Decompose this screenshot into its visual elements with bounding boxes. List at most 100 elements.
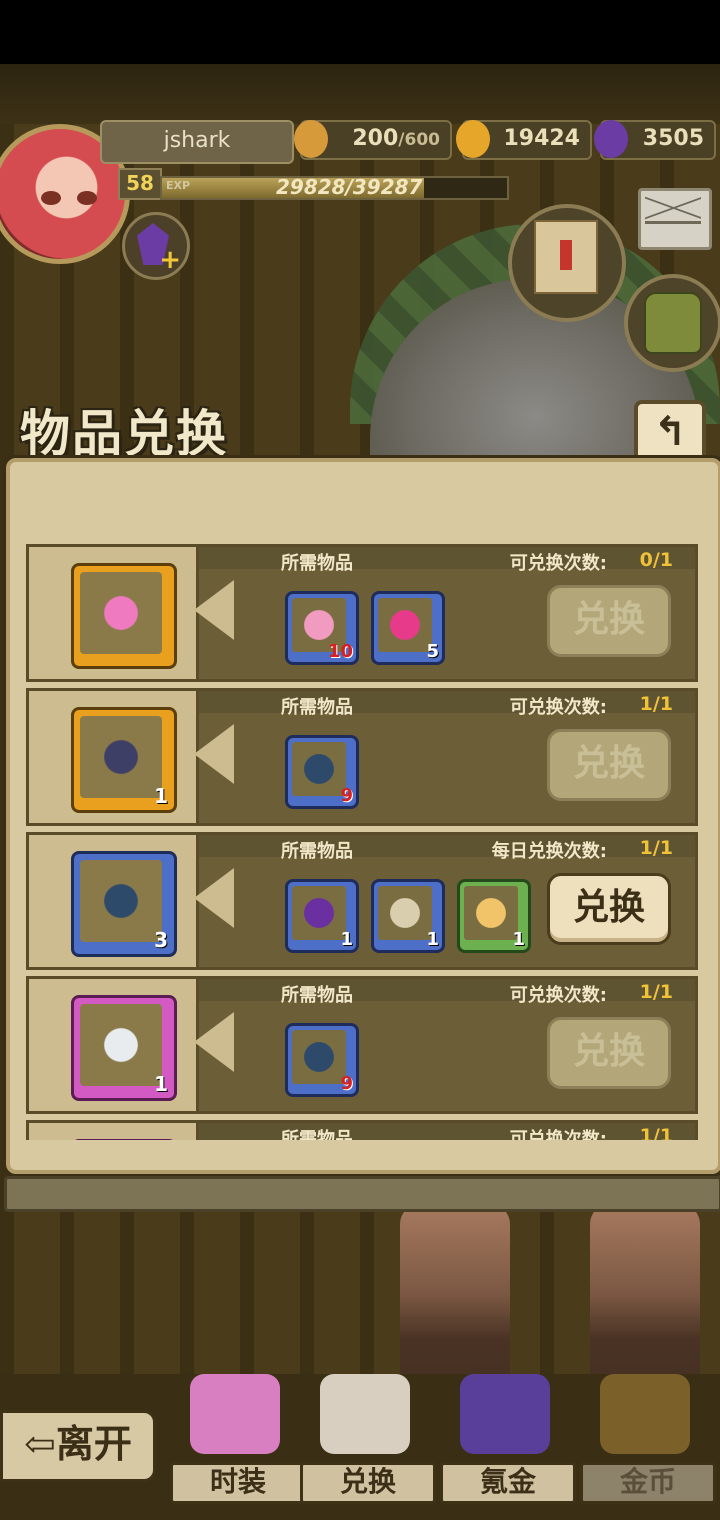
exchange-row: 1 所需物品 可兑换次数: 1/1 9 兑换 — [26, 976, 698, 1114]
plus-icon: + — [159, 245, 181, 275]
blue-book-icon — [292, 742, 346, 796]
required-items-label: 所需物品 — [281, 1129, 353, 1140]
material-count: 9 — [340, 785, 353, 806]
required-items-label: 所需物品 — [281, 697, 353, 718]
exchange-button[interactable]: 兑换 — [547, 873, 671, 945]
material-slot[interactable]: 9 — [285, 1023, 359, 1097]
gold-counter: 19424 — [456, 120, 592, 160]
required-items-label: 所需物品 — [281, 841, 353, 862]
material-slot[interactable]: 10 — [285, 591, 359, 665]
required-items-label: 所需物品 — [281, 553, 353, 574]
nav-tab[interactable]: 兑换 — [300, 1364, 436, 1504]
reward-count: 1 — [154, 784, 168, 808]
nav-tab[interactable]: 金币 — [580, 1364, 716, 1504]
exchange-button[interactable]: 兑换 — [547, 729, 671, 801]
exchange-limit-value: 0/1 — [639, 549, 673, 571]
quest-scroll-icon — [534, 220, 598, 294]
exchange-row: 1 所需物品 可兑换次数: 1/1 9 兑换 — [26, 688, 698, 826]
pink-orb-icon — [378, 598, 432, 652]
material-count: 5 — [426, 641, 439, 662]
gold-coin-icon — [456, 120, 490, 158]
material-slot[interactable]: 5 — [371, 591, 445, 665]
reward-area: 1 — [26, 688, 209, 826]
gem-bag-icon — [460, 1374, 550, 1454]
exchange-button[interactable]: 兑换 — [547, 1017, 671, 1089]
pink-bow-icon — [80, 572, 162, 654]
requirement-area: 所需物品 每日兑换次数: 1/1 1 1 1 兑换 — [196, 832, 698, 970]
stamina-value: 200 — [352, 126, 399, 151]
blue-book-icon — [292, 1030, 346, 1084]
material-count: 1 — [426, 929, 439, 950]
mail-button[interactable] — [638, 188, 712, 250]
exchange-limit-value: 1/1 — [639, 693, 673, 715]
reward-item-slot[interactable] — [71, 1139, 177, 1140]
leave-button[interactable]: ⇦离开 — [0, 1410, 156, 1482]
buy-gems-button[interactable]: + — [122, 212, 190, 280]
required-items-label: 所需物品 — [281, 985, 353, 1006]
gold-value: 19424 — [503, 126, 580, 151]
scroll-icon — [378, 886, 432, 940]
nav-tab[interactable]: 时装 — [170, 1364, 306, 1504]
material-count: 1 — [340, 929, 353, 950]
exp-text: 29828/39287 — [276, 175, 423, 199]
reward-item-slot[interactable]: 1 — [71, 707, 177, 813]
exchange-limit-label: 每日兑换次数: — [491, 841, 607, 862]
exchange-limit-value: 1/1 — [639, 1125, 673, 1140]
avatar-eye — [77, 191, 97, 205]
requirement-area: 所需物品 可兑换次数: 1/1 9 兑换 — [196, 976, 698, 1114]
reward-area — [26, 1120, 209, 1140]
gold-bag-icon — [600, 1374, 690, 1454]
blue-book-icon — [80, 860, 162, 942]
reward-count: 3 — [154, 928, 168, 952]
game-scene: jshark 200/600 19424 3505 58 EXP 29828/3… — [0, 64, 720, 1520]
exchange-limit-label: 可兑换次数: — [509, 1129, 607, 1140]
avatar-eye — [41, 191, 61, 205]
exchange-list[interactable]: 所需物品 可兑换次数: 0/1 10 5 兑换 1 所需物品 可兑换次数: 1/1 9 兑换 3 所需物品… — [18, 468, 702, 1140]
bread-icon — [294, 120, 328, 158]
gem-counter: 3505 — [594, 120, 716, 160]
reward-count: 1 — [154, 1072, 168, 1096]
stamina-max: /600 — [398, 130, 440, 150]
exchange-limit-label: 可兑换次数: — [509, 985, 607, 1006]
material-slot[interactable]: 9 — [285, 735, 359, 809]
exchange-button[interactable]: 兑换 — [547, 585, 671, 657]
material-slot[interactable]: 1 — [371, 879, 445, 953]
reward-area — [26, 544, 209, 682]
requirement-area: 所需物品 可兑换次数: 1/1 9 兑换 — [196, 688, 698, 826]
exchange-limit-value: 1/1 — [639, 837, 673, 859]
purple-gem-icon — [594, 120, 628, 158]
bag-button[interactable] — [624, 274, 720, 372]
reward-area: 3 — [26, 832, 209, 970]
exp-bar: EXP 29828/39287 — [160, 175, 509, 200]
reward-item-slot[interactable]: 1 — [71, 995, 177, 1101]
player-level: 58 — [118, 168, 162, 200]
exchange-limit-value: 1/1 — [639, 981, 673, 1003]
top-band — [0, 64, 720, 124]
material-count: 1 — [512, 929, 525, 950]
reward-item-slot[interactable]: 3 — [71, 851, 177, 957]
material-slot[interactable]: 1 — [285, 879, 359, 953]
reward-item-slot[interactable] — [71, 563, 177, 669]
exchange-row: 3 所需物品 每日兑换次数: 1/1 1 1 1 兑换 — [26, 832, 698, 970]
page-title: 物品兑换 — [20, 404, 228, 463]
quest-button[interactable] — [508, 204, 626, 322]
back-arrow-icon: ↰ — [653, 409, 687, 455]
reward-area: 1 — [26, 976, 209, 1114]
material-slot[interactable]: 1 — [457, 879, 531, 953]
exchange-limit-label: 可兑换次数: — [509, 553, 607, 574]
umbrella-figure-icon — [80, 1004, 162, 1086]
exchange-limit-label: 可兑换次数: — [509, 697, 607, 718]
backpack-icon — [644, 292, 702, 354]
stamina-counter: 200/600 — [294, 120, 452, 160]
outfit-icon — [190, 1374, 280, 1454]
panel-footer — [4, 1176, 720, 1212]
gem-value: 3505 — [642, 126, 704, 151]
nav-tab[interactable]: 氪金 — [440, 1364, 576, 1504]
nav-tab-label: 兑换 — [300, 1462, 436, 1504]
exchange-row: 所需物品可兑换次数:1/1兑换 — [26, 1120, 698, 1140]
exp-label: EXP — [166, 179, 191, 192]
username-plate: jshark — [100, 120, 294, 164]
nav-tab-label: 金币 — [580, 1462, 716, 1504]
purple-coin-icon — [292, 886, 346, 940]
nav-tab-label: 时装 — [170, 1462, 306, 1504]
